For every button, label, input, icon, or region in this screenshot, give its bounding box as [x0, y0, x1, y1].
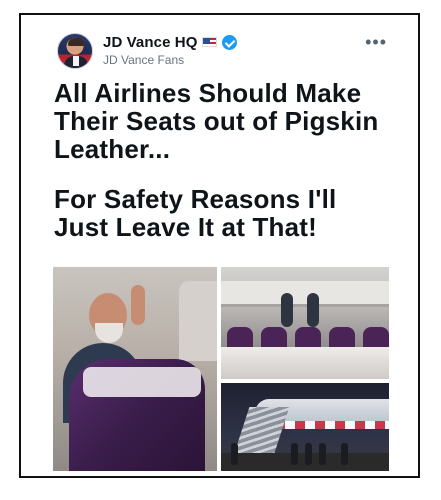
post-card[interactable]: JD Vance HQ JD Vance Fans ••• All Airlin…	[53, 21, 389, 471]
us-flag-icon	[202, 37, 218, 47]
name-row: JD Vance HQ	[103, 34, 238, 51]
photo-cabin-interior[interactable]	[221, 267, 389, 379]
media-grid	[53, 267, 389, 471]
photo-plane-at-night[interactable]	[221, 383, 389, 471]
display-name[interactable]: JD Vance HQ	[103, 34, 197, 51]
account-handle[interactable]: JD Vance Fans	[103, 53, 184, 67]
post-header: JD Vance HQ JD Vance Fans •••	[53, 33, 389, 71]
more-options-icon[interactable]: •••	[365, 33, 387, 51]
avatar[interactable]	[57, 33, 93, 69]
post-headline-1: All Airlines Should Make Their Seats out…	[54, 78, 379, 164]
photo-passenger-in-seat[interactable]	[53, 267, 217, 471]
verified-badge-icon	[222, 34, 238, 50]
screenshot-frame: JD Vance HQ JD Vance Fans ••• All Airlin…	[19, 13, 420, 478]
post-headline-2: For Safety Reasons I'll Just Leave It at…	[54, 184, 337, 242]
